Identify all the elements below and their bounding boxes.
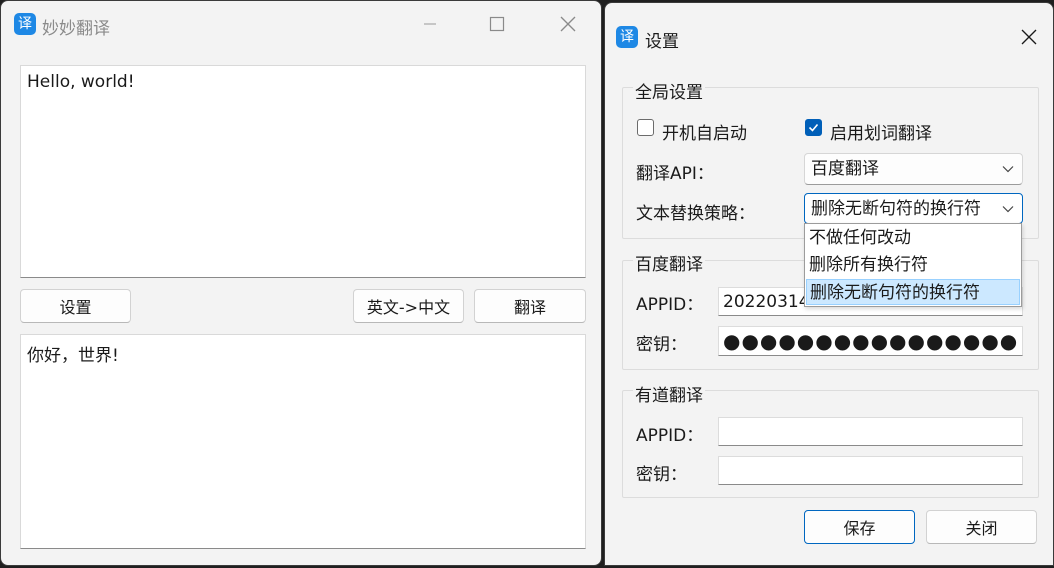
strategy-select[interactable]: 删除无断句符的换行符 [804,193,1023,224]
translate-button[interactable]: 翻译 [474,289,586,323]
save-button[interactable]: 保存 [804,510,915,544]
result-text-output[interactable]: 你好，世界! [20,334,586,549]
selection-translate-label[interactable]: 启用划词翻译 [830,119,932,144]
close-icon [1021,29,1037,45]
youdao-appid-label: APPID： [636,426,704,446]
autostart-checkbox[interactable] [637,119,654,136]
chevron-down-icon [1002,166,1014,173]
chevron-down-icon [1002,206,1014,213]
youdao-appid-input[interactable] [718,417,1023,446]
settings-title: 设置 [645,32,679,52]
youdao-key-label: 密钥： [636,465,687,485]
api-select[interactable]: 百度翻译 [804,153,1023,185]
selection-translate-checkbox[interactable] [805,119,822,136]
global-settings-title: 全局设置 [633,78,705,103]
baidu-appid-label: APPID： [636,295,704,315]
window-title: 妙妙翻译 [42,19,110,39]
strategy-dropdown-list: 不做任何改动 删除所有换行符 删除无断句符的换行符 [804,223,1022,307]
minimize-icon [424,23,436,25]
autostart-label[interactable]: 开机自启动 [662,119,747,144]
strategy-option-selected[interactable]: 删除无断句符的换行符 [806,279,1020,305]
source-text-input[interactable]: Hello, world! [20,65,586,278]
baidu-key-input[interactable] [718,326,1023,356]
language-direction-button[interactable]: 英文->中文 [353,289,464,323]
api-select-value: 百度翻译 [811,159,879,179]
maximize-button[interactable] [477,9,517,39]
main-translate-window: 译 妙妙翻译 Hello, world! 设置 英文->中文 翻译 你好，世界! [0,0,602,566]
strategy-option[interactable]: 不做任何改动 [806,225,1020,251]
settings-app-icon: 译 [616,26,638,48]
settings-dialog: 译 设置 全局设置 开机自启动 启用划词翻译 翻译API： 百度翻译 文本替换策… [604,2,1054,566]
close-window-button[interactable] [548,9,588,39]
settings-titlebar[interactable]: 译 设置 [605,3,1053,52]
close-button[interactable]: 关闭 [926,510,1037,544]
api-label: 翻译API： [636,164,714,184]
checkmark-icon [808,123,819,132]
main-titlebar[interactable]: 译 妙妙翻译 [1,1,601,47]
maximize-icon [489,16,505,32]
minimize-button[interactable] [410,9,450,39]
strategy-label: 文本替换策略： [636,204,755,224]
youdao-settings-title: 有道翻译 [633,381,705,406]
close-icon [560,16,576,32]
app-logo-icon: 译 [14,13,36,35]
baidu-settings-title: 百度翻译 [633,250,705,275]
settings-close-button[interactable] [1009,22,1049,52]
youdao-key-input[interactable] [718,456,1023,485]
settings-button[interactable]: 设置 [20,289,131,323]
strategy-select-value: 删除无断句符的换行符 [811,199,981,219]
strategy-option[interactable]: 删除所有换行符 [806,252,1020,278]
baidu-key-label: 密钥： [636,335,687,355]
